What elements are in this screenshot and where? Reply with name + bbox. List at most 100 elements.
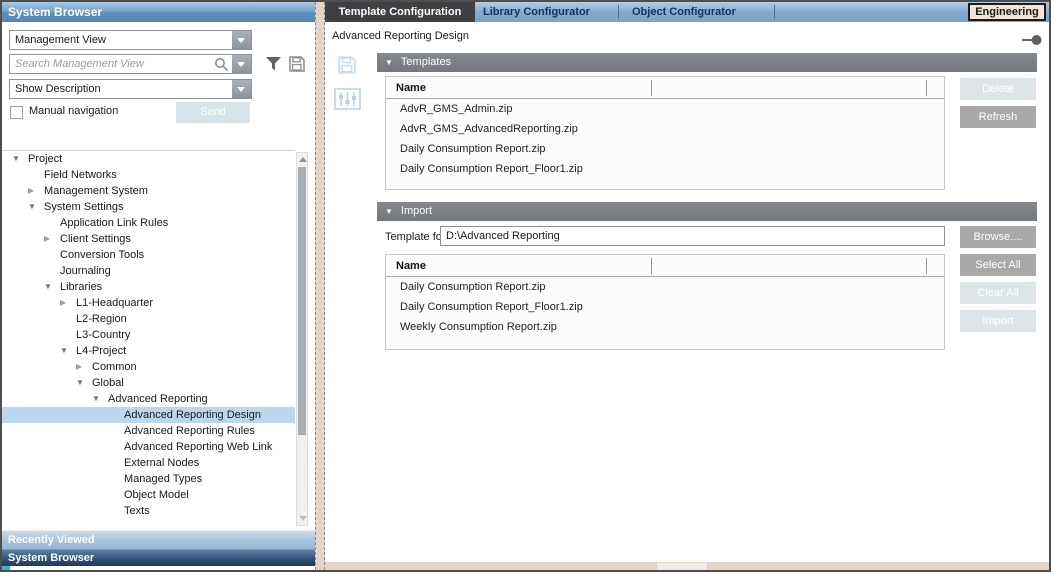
browse-button[interactable]: Browse.... [960,226,1036,248]
scroll-up-icon[interactable] [299,157,307,162]
tree-expander-icon[interactable]: ▼ [76,375,92,391]
tree-scrollbar[interactable] [296,152,308,526]
show-description-dropdown[interactable]: Show Description [9,79,252,99]
tree-expander-icon[interactable]: ▼ [92,391,108,407]
column-name[interactable]: Name [396,82,426,94]
table-row[interactable]: Weekly Consumption Report.zip [386,317,944,337]
tree-expander-icon[interactable]: ▶ [28,183,44,199]
collapse-triangle-icon[interactable]: ▼ [385,207,393,216]
table-row[interactable]: Daily Consumption Report.zip [386,139,944,159]
table-cell: AdvR_GMS_Admin.zip [400,103,513,115]
tree-item[interactable]: ▼ Global [2,375,295,391]
tree-item[interactable]: ▼ Project [2,151,295,167]
tree-item[interactable]: Texts [2,503,295,519]
import-table: Name Daily Consumption Report.zipDaily C… [385,254,945,350]
tree-item[interactable]: Managed Types [2,471,295,487]
table-row[interactable]: AdvR_GMS_Admin.zip [386,99,944,119]
tree-item[interactable]: ▼ Advanced Reporting [2,391,295,407]
clear-all-button[interactable]: Clear All [960,282,1036,304]
manual-navigation-checkbox[interactable] [10,106,23,119]
system-browser-panel: System Browser Management View Show Desc… [2,2,315,570]
tab-library-configurator[interactable]: Library Configurator [483,2,590,22]
tree-item[interactable]: Advanced Reporting Design [2,407,295,423]
search-icon[interactable] [214,57,229,78]
import-button[interactable]: Import [960,310,1036,332]
tree-item[interactable]: Advanced Reporting Rules [2,423,295,439]
tree-item-label: Application Link Rules [60,215,168,231]
delete-button[interactable]: Delete [960,78,1036,100]
tree-expander-icon[interactable]: ▶ [44,231,60,247]
search-input[interactable] [10,55,206,73]
tree-item[interactable]: Application Link Rules [2,215,295,231]
tree-item[interactable]: L2-Region [2,311,295,327]
tree-item[interactable]: ▶ Common [2,359,295,375]
tab-engineering[interactable]: Engineering [968,3,1046,21]
table-row[interactable]: AdvR_GMS_AdvancedReporting.zip [386,119,944,139]
refresh-button[interactable]: Refresh [960,106,1036,128]
tree-expander-icon[interactable]: ▶ [76,359,92,375]
tree-item[interactable]: ▼ Libraries [2,279,295,295]
tree-expander-icon[interactable]: ▼ [28,199,44,215]
tree-item[interactable]: Journaling [2,263,295,279]
tree-item[interactable]: Advanced Reporting Web Link [2,439,295,455]
sliders-icon[interactable] [334,88,361,115]
horizontal-scrollbar[interactable] [325,561,1051,570]
tree-item[interactable]: ▶ Management System [2,183,295,199]
send-button[interactable]: Send [176,102,250,123]
management-view-dropdown[interactable]: Management View [9,30,252,50]
table-row[interactable]: Daily Consumption Report.zip [386,277,944,297]
scrollbar-thumb[interactable] [298,167,306,435]
tree-expander-icon[interactable]: ▼ [60,343,76,359]
tree-item[interactable]: External Nodes [2,455,295,471]
tree-item[interactable]: L3-Country [2,327,295,343]
system-browser-bar[interactable]: System Browser [2,549,315,566]
table-body: Daily Consumption Report.zip Daily Consum… [386,277,944,337]
tree-item-label: Field Networks [44,167,117,183]
tree-expander-icon[interactable]: ▼ [44,279,60,295]
tree-item[interactable]: Object Model [2,487,295,503]
table-header[interactable]: Name [386,77,944,99]
save-icon[interactable] [288,55,306,78]
import-section-header[interactable]: ▼Import [377,202,1037,221]
tree-expander-icon[interactable]: ▶ [60,295,76,311]
collapse-triangle-icon[interactable]: ▼ [385,58,393,67]
chevron-down-icon[interactable] [232,31,251,49]
column-separator[interactable] [651,258,652,274]
tree-item-label: Managed Types [124,471,202,487]
column-separator[interactable] [926,80,927,96]
table-row[interactable]: Daily Consumption Report_Floor1.zip [386,297,944,317]
table-row[interactable]: Daily Consumption Report_Floor1.zip [386,159,944,179]
recently-viewed-bar[interactable]: Recently Viewed [2,530,315,549]
tree-item[interactable]: ▶ Client Settings [2,231,295,247]
tree-item[interactable]: ▼ L4-Project [2,343,295,359]
scrollbar-thumb[interactable] [657,563,707,570]
scroll-down-icon[interactable] [299,516,307,521]
filter-icon[interactable] [265,56,282,77]
tab-bar: Template Configuration Library Configura… [325,2,1051,22]
table-cell: Daily Consumption Report.zip [400,281,546,293]
table-header[interactable]: Name [386,255,944,277]
column-separator[interactable] [926,258,927,274]
chevron-down-icon[interactable] [232,55,251,73]
chevron-down-icon[interactable] [232,80,251,98]
tree-item[interactable]: ▶ L1-Headquarter [2,295,295,311]
tab-object-configurator[interactable]: Object Configurator [632,2,736,22]
tree-item[interactable]: Conversion Tools [2,247,295,263]
save-icon[interactable] [337,55,357,80]
templates-section-header[interactable]: ▼Templates [377,53,1037,72]
column-separator[interactable] [651,80,652,96]
column-name[interactable]: Name [396,260,426,272]
navigation-tree: ▼ Project Field Networks ▶ Management Sy… [2,150,295,522]
tree-item[interactable]: Field Networks [2,167,295,183]
tree-item-label: Common [92,359,137,375]
tab-template-configuration[interactable]: Template Configuration [325,2,475,22]
tree-expander-icon[interactable]: ▼ [12,151,28,167]
select-all-button[interactable]: Select All [960,254,1036,276]
pin-icon[interactable] [1022,33,1042,51]
template-folder-input[interactable]: D:\Advanced Reporting [440,226,945,246]
tree-item-label: L4-Project [76,343,126,359]
page-title: Advanced Reporting Design [332,30,469,42]
panel-splitter[interactable] [315,2,325,570]
tree-item[interactable]: ▼ System Settings [2,199,295,215]
search-combo [9,54,252,74]
